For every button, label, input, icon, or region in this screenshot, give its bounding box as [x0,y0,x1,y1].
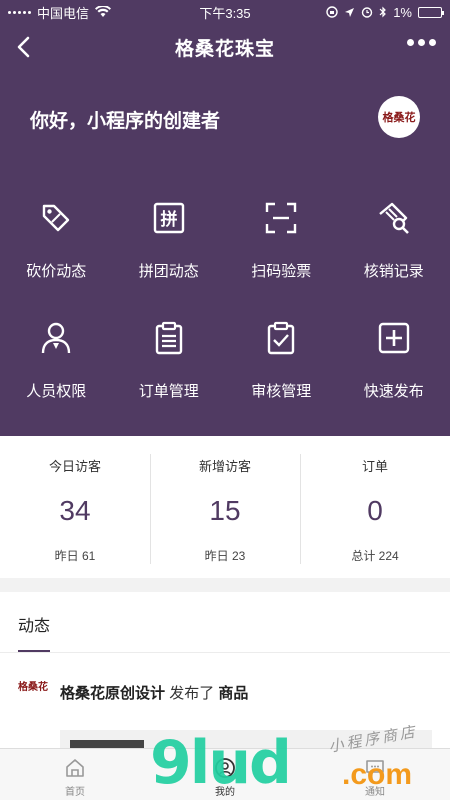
menu-item-group[interactable]: 拼 拼团动态 [113,196,226,316]
wifi-icon [95,6,112,17]
more-dot-icon [407,39,414,46]
message-icon [366,760,384,777]
more-dot-icon [418,39,425,46]
stats-panel: 今日访客 34 昨日 61 新增访客 15 昨日 23 订单 0 总计 224 [0,436,450,578]
group-pin-icon: 拼 [153,202,184,234]
stat-orders[interactable]: 订单 0 总计 224 [300,436,450,578]
menu-item-orders[interactable]: 订单管理 [113,316,226,436]
menu-label: 核销记录 [363,263,424,280]
nav-bar: 格桑花珠宝 [0,24,450,70]
feed-item-text[interactable]: 格桑花原创设计 发布了 商品 [60,682,248,703]
menu-label: 砍价动态 [26,263,87,280]
svg-text:拼: 拼 [160,209,177,230]
menu-item-bargain[interactable]: 砍价动态 [0,196,113,316]
stat-title: 新增访客 [198,459,251,474]
tab-label: 首页 [65,787,85,798]
feed-object: 商品 [218,685,249,702]
menu-label: 订单管理 [138,383,199,400]
stat-title: 订单 [361,459,388,474]
stat-value: 15 [209,495,241,526]
tab-label: 我的 [215,787,235,798]
page-title: 格桑花珠宝 [174,38,275,60]
alarm-icon [362,7,373,18]
menu-label: 拼团动态 [138,263,199,280]
back-button[interactable] [10,34,36,60]
stat-new-visitors[interactable]: 新增访客 15 昨日 23 [150,436,300,578]
bluetooth-icon [379,6,387,18]
home-icon [66,759,84,777]
menu-item-review[interactable]: 审核管理 [225,316,338,436]
tab-home[interactable]: 首页 [0,749,150,800]
user-icon [42,322,71,354]
hero-panel: 你好，小程序的创建者 格桑花 砍价动态 拼 拼团动态 扫码验票 核销记录 人员权… [0,70,450,436]
user-circle-icon [215,758,235,778]
feed-action: 发布了 [169,685,215,702]
feed-author-logo: 格桑花 [18,682,48,693]
menu-label: 审核管理 [251,383,312,400]
ticket-search-icon [378,202,409,234]
stat-title: 今日访客 [48,459,101,474]
status-right: 1% [326,4,444,20]
stat-value: 34 [59,495,91,526]
location-icon [345,7,355,17]
scan-icon [266,202,297,234]
store-avatar[interactable]: 格桑花 [378,96,420,138]
stat-today-visitors[interactable]: 今日访客 34 昨日 61 [0,436,150,578]
menu-label: 扫码验票 [251,263,312,280]
greeting-text: 你好，小程序的创建者 [30,111,221,132]
status-bar: 中国电信 下午3:35 1% [0,0,450,24]
menu-grid: 砍价动态 拼 拼团动态 扫码验票 核销记录 人员权限 订单管理 审核管理 快速发 [0,196,450,436]
tab-mine[interactable]: 我的 [150,749,300,800]
menu-item-quick-publish[interactable]: 快速发布 [338,316,450,436]
signal-icon [8,10,31,14]
plus-square-icon [378,322,409,354]
tab-activity[interactable]: 动态 [18,612,50,636]
menu-item-scan[interactable]: 扫码验票 [225,196,338,316]
menu-label: 人员权限 [26,383,87,400]
stat-sub: 昨日 23 [204,549,246,563]
more-menu-button[interactable] [407,39,436,46]
chevron-left-icon [17,36,30,58]
more-dot-icon [429,39,436,46]
tab-label: 通知 [365,787,385,798]
carrier-label: 中国电信 [37,5,90,21]
divider [0,652,450,653]
menu-item-verify-log[interactable]: 核销记录 [338,196,450,316]
stat-value: 0 [367,495,383,526]
tab-notifications[interactable]: 通知 [300,749,450,800]
stat-sub: 总计 224 [351,549,399,563]
clipboard-list-icon [155,321,182,355]
menu-label: 快速发布 [363,383,424,400]
clipboard-check-icon [268,321,295,355]
feed-author: 格桑花原创设计 [60,685,166,702]
status-left: 中国电信 [8,3,112,22]
menu-item-permissions[interactable]: 人员权限 [0,316,113,436]
bottom-tab-bar: 首页 我的 通知 [0,748,450,800]
battery-icon [418,6,444,18]
battery-percent: 1% [393,4,412,20]
rotation-lock-icon [326,6,338,18]
stat-sub: 昨日 61 [54,549,96,563]
tag-icon [43,204,70,232]
